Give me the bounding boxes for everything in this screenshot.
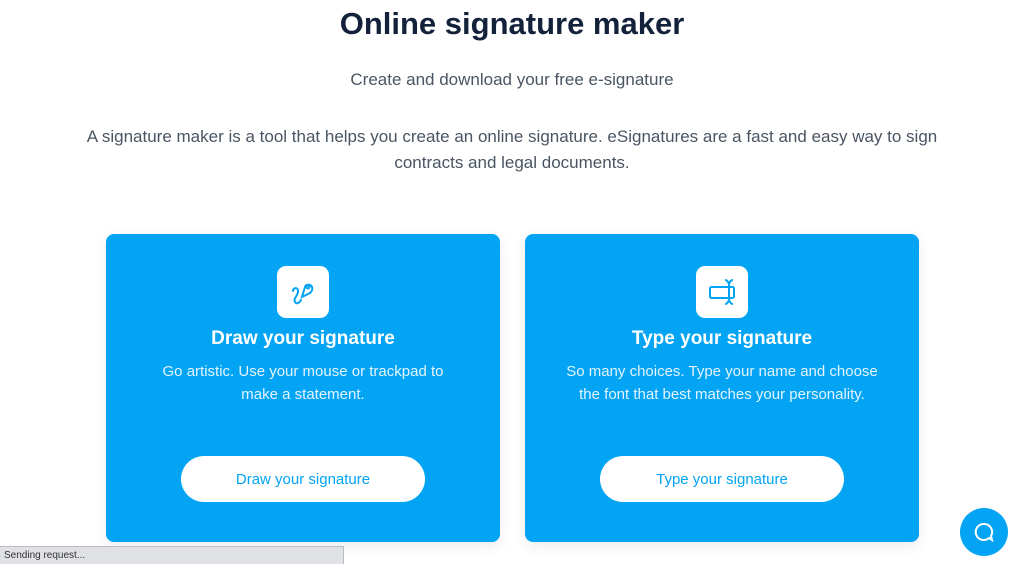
pen-draw-icon <box>277 266 329 318</box>
chat-button[interactable] <box>960 508 1008 556</box>
card-title: Type your signature <box>631 328 813 349</box>
card-text: Go artistic. Use your mouse or trackpad … <box>162 363 444 403</box>
draw-signature-button[interactable]: Draw your signature <box>181 456 425 502</box>
status-bar: Sending request... <box>0 546 344 564</box>
draw-signature-card: Draw your signature Go artistic. Use you… <box>106 234 500 542</box>
text-cursor-icon <box>696 266 748 318</box>
card-title: Draw your signature <box>211 328 395 349</box>
type-signature-button[interactable]: Type your signature <box>600 456 844 502</box>
type-signature-card: Type your signature So many choices. Typ… <box>525 234 919 542</box>
page-description: A signature maker is a tool that helps y… <box>86 127 938 172</box>
page-title: Online signature maker <box>339 6 685 41</box>
page-subtitle: Create and download your free e-signatur… <box>350 70 674 89</box>
chat-bubble-icon <box>974 522 994 543</box>
card-text: So many choices. Type your name and choo… <box>566 363 878 403</box>
